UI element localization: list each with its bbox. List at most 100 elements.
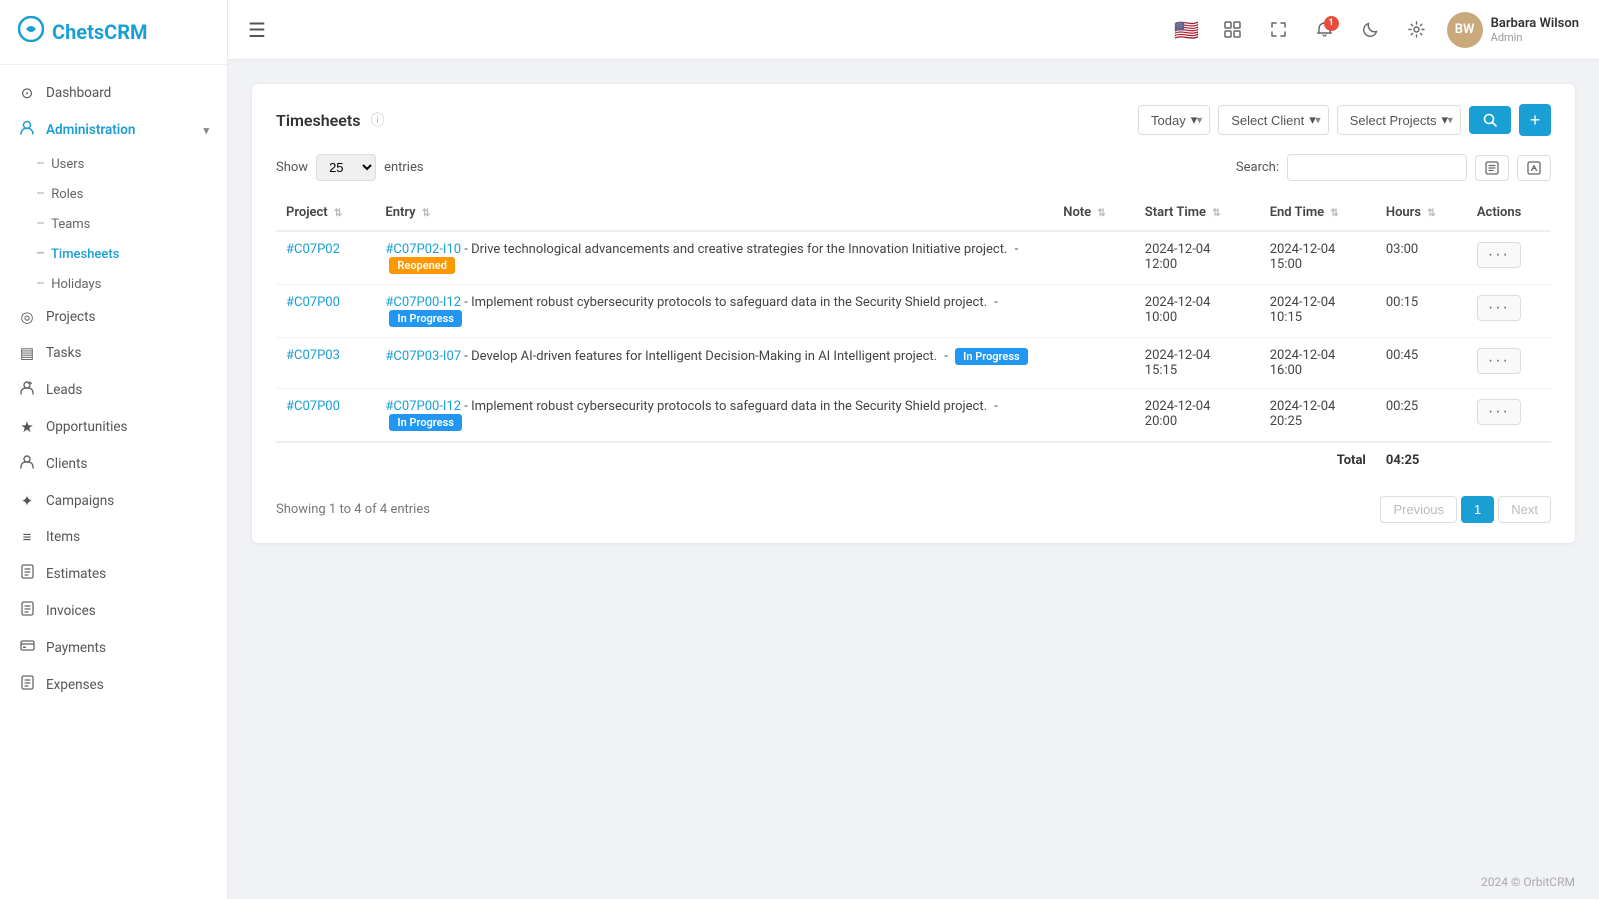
logo[interactable]: ChetsCRM [0,0,227,65]
sidebar-item-timesheets[interactable]: Timesheets [36,239,227,269]
sidebar-item-roles[interactable]: Roles [36,179,227,209]
sidebar-item-tasks[interactable]: ▤ Tasks [0,335,227,371]
sidebar-item-leads-label: Leads [46,382,82,398]
cell-hours-0: 03:00 [1376,231,1467,285]
settings-icon[interactable] [1401,14,1433,46]
export-btn-2[interactable] [1517,155,1551,181]
cell-start-time-3: 2024-12-0420:00 [1135,389,1260,443]
avatar: BW [1447,12,1483,48]
total-row: Total 04:25 [276,442,1551,478]
next-btn[interactable]: Next [1498,496,1551,523]
sidebar-item-holidays[interactable]: Holidays [36,269,227,299]
grid-icon[interactable] [1217,14,1249,46]
card-header-right: Today ▾ Select Client ▾ Select Projects [1138,104,1551,136]
project-link-3[interactable]: #C07P00 [286,399,340,414]
sidebar-item-invoices[interactable]: Invoices [0,592,227,629]
cell-hours-1: 00:15 [1376,285,1467,338]
total-empty-1 [276,442,375,478]
entry-link-3[interactable]: #C07P00-I12 [385,399,461,414]
col-hours[interactable]: Hours ⇅ [1376,195,1467,231]
sidebar-item-campaigns-label: Campaigns [46,493,114,509]
badge-0: Reopened [389,257,455,274]
cell-actions-1: ··· [1467,285,1551,338]
user-info[interactable]: BW Barbara Wilson Admin [1447,12,1579,48]
expenses-icon [18,675,36,694]
add-timesheet-btn[interactable]: + [1519,104,1551,136]
cell-start-time-1: 2024-12-0410:00 [1135,285,1260,338]
sidebar-item-expenses[interactable]: Expenses [0,666,227,703]
badge-3: In Progress [389,414,461,431]
sidebar-item-items-label: Items [46,529,80,545]
col-end-time[interactable]: End Time ⇅ [1260,195,1376,231]
page-1-btn[interactable]: 1 [1461,496,1494,523]
sidebar-item-dashboard[interactable]: ⊙ Dashboard [0,75,227,111]
entries-label: entries [384,160,424,175]
sidebar-item-projects[interactable]: ◎ Projects [0,299,227,335]
project-link-1[interactable]: #C07P00 [286,295,340,310]
actions-btn-0[interactable]: ··· [1477,242,1521,268]
dark-mode-icon[interactable] [1355,14,1387,46]
cell-start-time-0: 2024-12-0412:00 [1135,231,1260,285]
sidebar-item-clients[interactable]: Clients [0,445,227,483]
col-note[interactable]: Note ⇅ [1053,195,1135,231]
sort-icon-end: ⇅ [1330,208,1338,219]
sidebar-item-teams[interactable]: Teams [36,209,227,239]
sort-icon-entry: ⇅ [422,208,430,219]
project-link-0[interactable]: #C07P02 [286,242,340,257]
opportunities-icon: ★ [18,418,36,436]
cell-entry-1: #C07P00-I12 - Implement robust cybersecu… [375,285,1053,338]
sidebar-item-leads[interactable]: Leads [0,371,227,409]
table-row: #C07P00 #C07P00-I12 - Implement robust c… [276,285,1551,338]
table-row: #C07P03 #C07P03-I07 - Develop AI-driven … [276,338,1551,389]
entry-link-0[interactable]: #C07P02-I10 [385,242,461,257]
sidebar-item-opportunities[interactable]: ★ Opportunities [0,409,227,445]
entry-dash-3: - Implement robust cybersecurity protoco… [464,399,987,414]
menu-icon[interactable]: ☰ [248,18,266,42]
actions-btn-1[interactable]: ··· [1477,295,1521,321]
sidebar-item-payments[interactable]: Payments [0,629,227,666]
search-btn[interactable] [1469,106,1511,134]
sidebar-item-estimates-label: Estimates [46,566,106,582]
pagination-buttons: Previous 1 Next [1380,496,1551,523]
sidebar-item-holidays-label: Holidays [36,276,101,292]
info-icon[interactable]: ⓘ [370,110,384,130]
search-label: Search: [1236,160,1279,175]
previous-btn[interactable]: Previous [1380,496,1457,523]
cell-project-1: #C07P00 [276,285,375,338]
sidebar-item-campaigns[interactable]: ✦ Campaigns [0,483,227,519]
select-client-btn[interactable]: Select Client ▾ [1218,105,1329,135]
col-project[interactable]: Project ⇅ [276,195,375,231]
entry-link-1[interactable]: #C07P00-I12 [385,295,461,310]
sidebar-item-administration[interactable]: Administration ▾ [0,111,227,149]
select-projects-wrapper: Select Projects ▾ [1337,105,1461,135]
entry-dash-0: - Drive technological advancements and c… [464,242,1007,257]
project-link-2[interactable]: #C07P03 [286,348,340,363]
total-label: Total [1260,442,1376,478]
sidebar-item-estimates[interactable]: Estimates [0,555,227,592]
timesheets-table: Project ⇅ Entry ⇅ Note ⇅ Start Time ⇅ En… [276,195,1551,478]
tasks-icon: ▤ [18,344,36,362]
search-input[interactable] [1287,154,1467,181]
entry-link-2[interactable]: #C07P03-I07 [385,349,461,364]
today-filter-btn[interactable]: Today ▾ [1138,105,1210,135]
col-entry[interactable]: Entry ⇅ [375,195,1053,231]
page-title: Timesheets [276,111,360,130]
logo-icon [18,16,44,48]
col-start-time[interactable]: Start Time ⇅ [1135,195,1260,231]
export-btn-1[interactable] [1475,155,1509,181]
flag-icon[interactable]: 🇺🇸 [1171,14,1203,46]
sidebar-item-users-label: Users [36,156,84,172]
sidebar-item-items[interactable]: ≡ Items [0,519,227,555]
select-projects-btn[interactable]: Select Projects ▾ [1337,105,1461,135]
cell-end-time-1: 2024-12-0410:15 [1260,285,1376,338]
today-filter-wrapper: Today ▾ [1138,105,1210,135]
sidebar-item-invoices-label: Invoices [46,603,96,619]
total-hours: 04:25 [1376,442,1467,478]
footer-text: 2024 © OrbitCRM [1481,875,1575,889]
notification-icon[interactable]: 1 [1309,14,1341,46]
actions-btn-3[interactable]: ··· [1477,399,1521,425]
entries-select[interactable]: 25 10 50 100 [316,154,376,181]
actions-btn-2[interactable]: ··· [1477,348,1521,374]
fullscreen-icon[interactable] [1263,14,1295,46]
sidebar-item-users[interactable]: Users [36,149,227,179]
